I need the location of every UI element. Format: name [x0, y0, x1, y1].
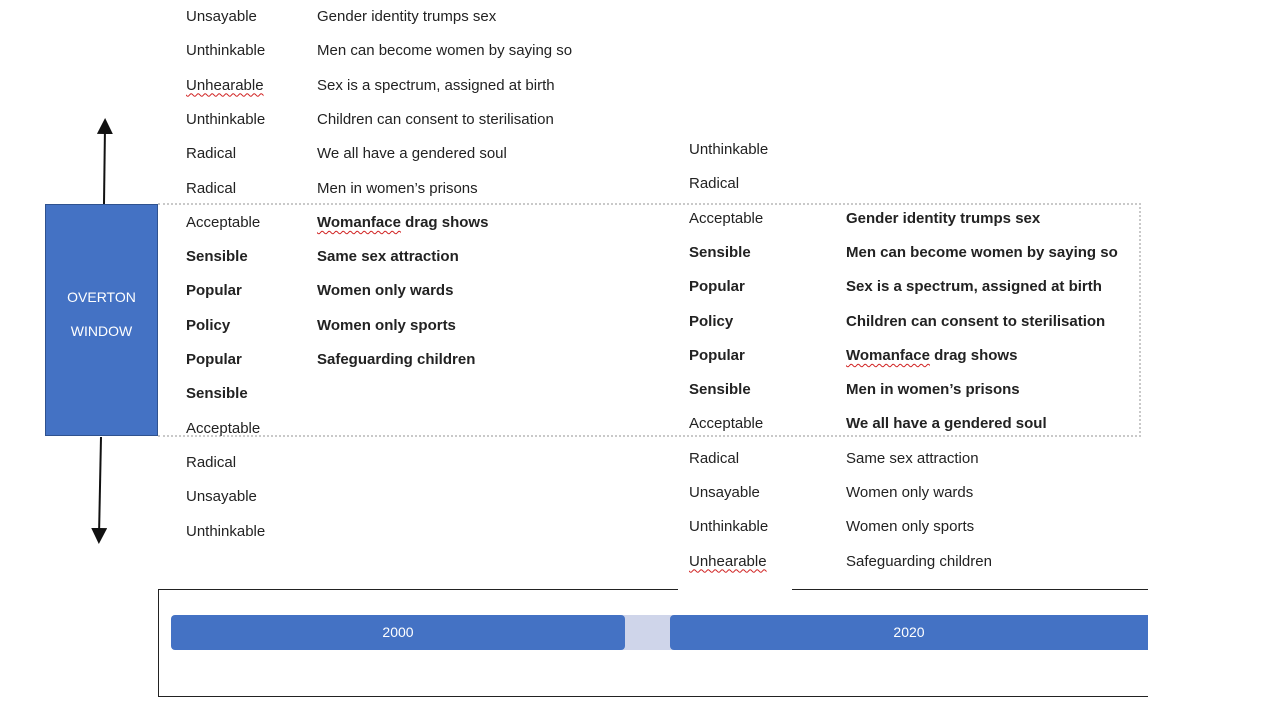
col2000-level-label: Radical	[186, 145, 237, 163]
col2000-statement: Women only sports	[317, 316, 456, 334]
timeline-connector	[618, 615, 678, 650]
col2000-statement: We all have a gendered soul	[317, 145, 507, 163]
col2000-statement: Men can become women by saying so	[317, 42, 573, 60]
col2000-level-label: Popular	[186, 351, 242, 368]
col2000-statement: Children can consent to sterilisation	[317, 110, 554, 128]
col2000-level-label: Radical	[186, 179, 237, 197]
col2000-statement: Men in women’s prisons	[317, 179, 478, 197]
col2020-level-label: Popular	[689, 278, 745, 296]
col2020-level-label: Radical	[689, 175, 740, 193]
col2000-level-label: Sensible	[186, 385, 248, 403]
col2020-level-label: Unhearable	[689, 552, 767, 570]
col2000-level-label: Unthinkable	[186, 42, 266, 60]
col2020-level-label: Policy	[689, 312, 734, 330]
col2000-level-label: Sensible	[186, 248, 248, 266]
col2020-statement: Children can consent to sterilisation	[846, 312, 1106, 330]
overton-window-box	[45, 204, 158, 436]
col2020-statement: Women only sports	[846, 518, 975, 536]
col2020-level-label: Unsayable	[689, 484, 760, 501]
window-label: WINDOW	[70, 323, 133, 339]
col2000-level-label: Unsayable	[186, 8, 257, 25]
col2000-statement: Same sex attraction	[317, 248, 459, 266]
col2000-statement: Women only wards	[317, 282, 454, 300]
col2020-statement: Gender identity trumps sex	[846, 209, 1041, 227]
col2020-statement: Men can become women by saying so	[846, 243, 1118, 261]
col2020-level-label: Acceptable	[689, 415, 764, 433]
col2000-statement: Sex is a spectrum, assigned at birth	[317, 76, 555, 94]
col2020-statement: Men in women’s prisons	[846, 381, 1020, 399]
overton-label: OVERTON	[67, 289, 136, 305]
timeline-2000: 2000	[171, 615, 625, 650]
col2000-statement: Womanface drag shows	[317, 213, 489, 231]
col2020-level-label: Radical	[689, 449, 740, 467]
col2020-statement: We all have a gendered soul	[846, 415, 1047, 433]
col2000-level-label: Acceptable	[186, 419, 261, 437]
col2000-level-label: Unthinkable	[186, 110, 266, 128]
col2020-level-label: Popular	[689, 346, 745, 364]
col2020-statement: Same sex attraction	[846, 449, 979, 467]
col2000-level-label: Policy	[186, 316, 231, 334]
col2000-level-label: Radical	[186, 453, 237, 471]
col2020-statement: Safeguarding children	[846, 552, 992, 570]
col2020-statement: Womanface drag shows	[846, 346, 1018, 364]
col2000-level-label: Unthinkable	[186, 522, 266, 540]
col2020-level-label: Sensible	[689, 243, 751, 261]
col2020-level-label: Unthinkable	[689, 141, 769, 158]
down-arrow	[91, 436, 108, 544]
col2000-level-label: Popular	[186, 282, 242, 300]
up-arrow	[96, 118, 113, 205]
col2000-level-label: Acceptable	[186, 213, 261, 231]
col2020-statement: Sex is a spectrum, assigned at birth	[846, 278, 1102, 296]
col2020-level-label: Unthinkable	[689, 518, 769, 536]
col2000-level-label: Unhearable	[186, 76, 264, 94]
col2000-statement: Gender identity trumps sex	[317, 8, 497, 25]
timeline-2020: 2020	[670, 615, 1148, 650]
col2020-level-label: Sensible	[689, 381, 751, 399]
col2020-statement: Women only wards	[846, 484, 974, 501]
timeline-frame-gap	[678, 585, 792, 595]
col2000-level-label: Unsayable	[186, 488, 257, 506]
col2020-level-label: Acceptable	[689, 209, 764, 227]
col2000-statement: Safeguarding children	[317, 351, 476, 368]
